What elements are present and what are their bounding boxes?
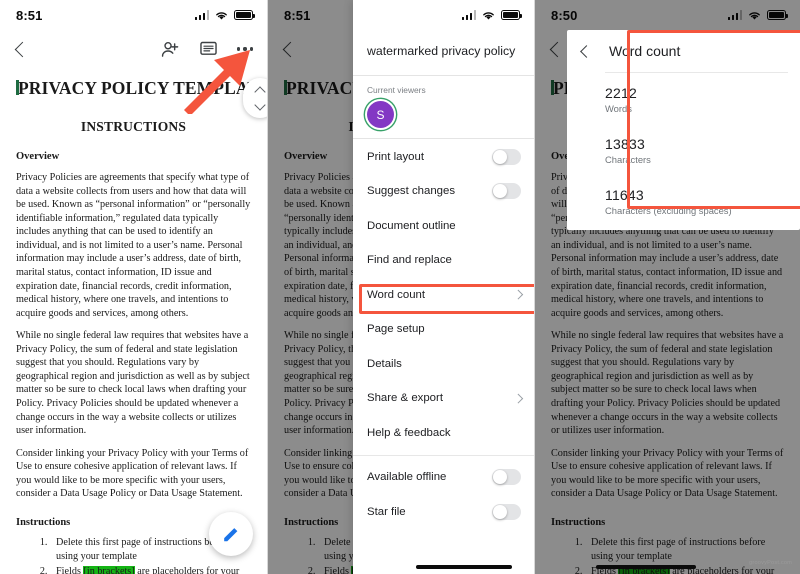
word-count-header: Word count <box>567 30 800 72</box>
available-offline-toggle[interactable] <box>492 469 521 486</box>
menu-item-label: Details <box>367 357 402 370</box>
menu-item-find-and-replace[interactable]: Find and replace <box>353 243 534 278</box>
back-button[interactable] <box>14 41 31 57</box>
menu-item-print-layout[interactable]: Print layout <box>353 139 534 174</box>
menu-item-suggest-changes[interactable]: Suggest changes <box>353 174 534 209</box>
back-chevron-icon <box>14 41 31 57</box>
stat-label: Characters (excluding spaces) <box>605 205 732 216</box>
status-icons <box>194 10 255 21</box>
menu-item-word-count[interactable]: Word count <box>353 277 534 312</box>
menu-item-page-setup[interactable]: Page setup <box>353 312 534 347</box>
chevron-right-icon <box>513 290 523 300</box>
highlighted-placeholder: [in brackets] <box>83 566 135 574</box>
stat-value: 13833 <box>605 136 645 152</box>
menu-item-star-file[interactable]: Star file <box>353 494 534 529</box>
document-paragraph: Privacy Policies are agreements that spe… <box>16 172 251 319</box>
menu-item-label: Share & export <box>367 392 443 405</box>
status-time: 8:51 <box>16 7 43 23</box>
cellular-signal-icon <box>461 10 476 20</box>
overflow-menu-sheet: watermarked privacy policy Current viewe… <box>353 0 534 574</box>
menu-item-details[interactable]: Details <box>353 346 534 381</box>
battery-full-icon <box>234 10 255 20</box>
stat-characters: 13833 Characters <box>567 124 800 175</box>
menu-item-label: Word count <box>367 288 426 301</box>
edit-fab-button[interactable] <box>209 512 253 556</box>
chevron-right-icon <box>513 393 523 403</box>
stat-value: 11643 <box>605 187 644 203</box>
list-item-text: Fields <box>56 566 84 574</box>
stat-label: Words <box>605 103 632 114</box>
cursor-marker <box>16 80 19 95</box>
document-paragraph: Consider linking your Privacy Policy wit… <box>16 447 249 500</box>
star-file-toggle[interactable] <box>492 503 521 520</box>
document-heading: INSTRUCTIONS <box>80 119 187 134</box>
list-item-text: Delete this first page of instructions b… <box>56 536 231 562</box>
document-content[interactable]: PRIVACY POLICY TEMPLATE INSTRUCTIONS Ove… <box>0 68 267 574</box>
site-watermark: groovyPost.com <box>749 560 792 566</box>
menu-item-available-offline[interactable]: Available offline <box>353 460 534 495</box>
annotation-arrow <box>178 44 258 116</box>
overview-heading: Overview <box>16 151 60 162</box>
avatar[interactable]: S <box>367 101 394 129</box>
menu-item-label: Find and replace <box>367 254 452 267</box>
panel-overflow-menu: 8:51 PRIVACY POLICY TEMPLATE INSTRUCTION… <box>267 0 534 574</box>
menu-item-document-outline[interactable]: Document outline <box>353 208 534 243</box>
stat-label: Characters <box>605 154 651 165</box>
menu-item-label: Help & feedback <box>367 426 451 439</box>
wifi-icon <box>483 11 494 20</box>
battery-full-icon <box>501 10 522 20</box>
menu-item-label: Star file <box>367 505 406 518</box>
suggest-changes-toggle[interactable] <box>492 183 521 200</box>
screenshot-stage: 8:51 PRIVACY POLICY TEMPLATE INSTRUCTION… <box>0 0 800 574</box>
pencil-edit-icon <box>224 528 238 542</box>
panel-word-count-dialog: 8:50 PRIVACY POLICY TEMPLATE INSTRUCTION… <box>534 0 800 574</box>
menu-item-label: Suggest changes <box>367 185 456 198</box>
home-indicator <box>416 565 512 569</box>
current-viewers-label: Current viewers <box>367 85 426 96</box>
document-paragraph: While no single federal law requires tha… <box>16 330 250 437</box>
menu-item-label: Available offline <box>367 471 447 484</box>
home-indicator <box>596 565 696 569</box>
menu-item-label: Document outline <box>367 219 456 232</box>
menu-item-help-feedback[interactable]: Help & feedback <box>353 415 534 450</box>
wifi-icon <box>216 11 227 20</box>
stat-words: 2212 Words <box>567 73 800 124</box>
list-item: Fields [in brackets] are placeholders fo… <box>50 565 251 574</box>
stat-value: 2212 <box>605 85 637 101</box>
sheet-status-icons <box>353 0 534 30</box>
sheet-document-title: watermarked privacy policy <box>367 44 516 58</box>
stat-characters-excluding-spaces: 11643 Characters (excluding spaces) <box>567 175 800 230</box>
menu-item-label: Page setup <box>367 323 425 336</box>
add-person-icon <box>161 41 179 57</box>
status-bar: 8:51 <box>0 0 267 30</box>
word-count-title: Word count <box>609 43 681 59</box>
menu-item-share-export[interactable]: Share & export <box>353 381 534 416</box>
word-count-dialog: Word count 2212 Words 13833 Characters 1… <box>567 30 800 230</box>
cellular-signal-icon <box>194 10 209 20</box>
panel-document-view: 8:51 PRIVACY POLICY TEMPLATE INSTRUCTION… <box>0 0 267 574</box>
add-person-button[interactable] <box>161 41 180 58</box>
menu-item-label: Print layout <box>367 150 424 163</box>
print-layout-toggle[interactable] <box>492 148 521 165</box>
divider <box>353 454 534 456</box>
back-chevron-icon[interactable] <box>580 44 593 58</box>
